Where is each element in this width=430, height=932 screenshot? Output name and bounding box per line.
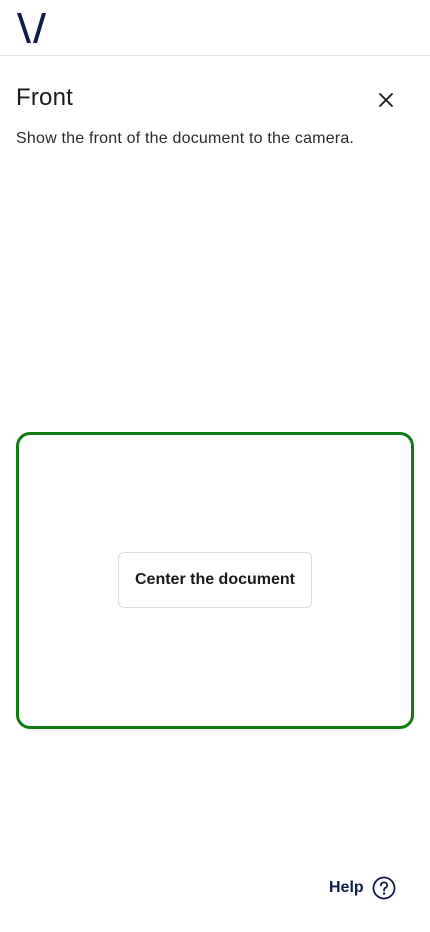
- page-title: Front: [16, 84, 74, 111]
- document-capture-screen: Front Show the front of the document to …: [0, 0, 430, 932]
- close-icon: [379, 93, 393, 107]
- center-document-hint: Center the document: [118, 552, 312, 608]
- question-circle-icon: [372, 876, 396, 900]
- close-button[interactable]: [372, 86, 400, 114]
- help-button[interactable]: Help: [329, 874, 396, 902]
- help-label: Help: [329, 879, 364, 896]
- veriff-logo-icon: [17, 13, 46, 43]
- app-header: [0, 0, 430, 56]
- instruction-text: Show the front of the document to the ca…: [16, 130, 355, 147]
